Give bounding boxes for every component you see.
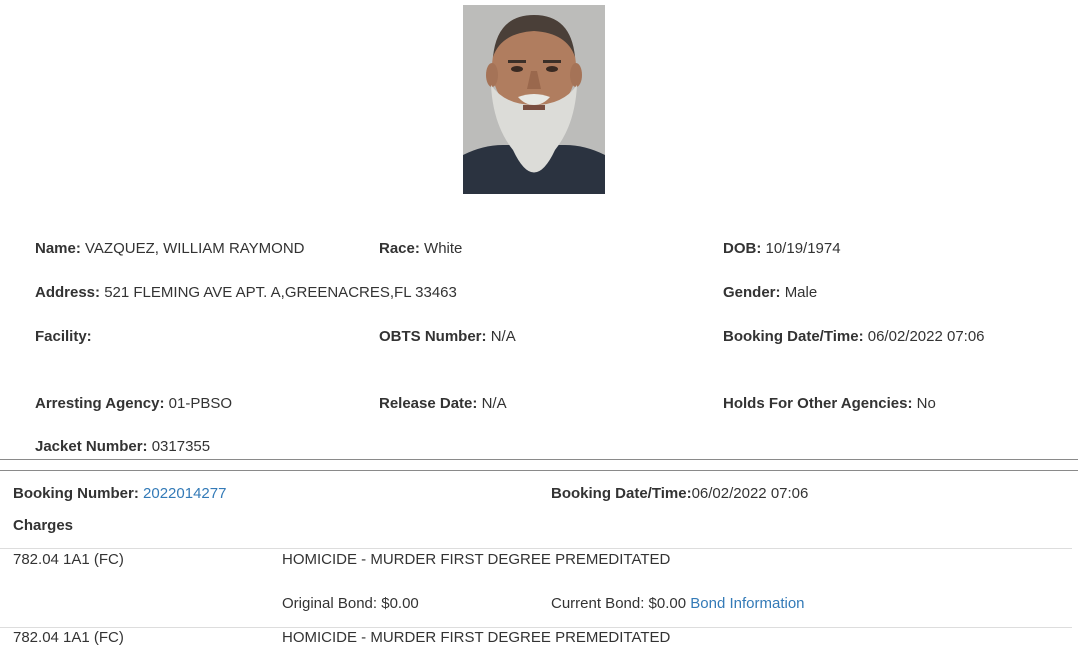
current-bond: Current Bond: $0.00 Bond Information: [551, 595, 805, 613]
gender-field: Gender: Male: [723, 284, 818, 301]
release-field: Release Date: N/A: [379, 395, 507, 412]
mugshot-photo: [463, 5, 605, 194]
dob-field: DOB: 10/19/1974: [723, 240, 841, 257]
obts-field: OBTS Number: N/A: [379, 328, 516, 345]
inmate-booking-datetime: 06/02/2022 07:06: [867, 328, 985, 345]
original-bond: Original Bond: $0.00: [282, 595, 419, 612]
current-bond-value: Current Bond: $0.00: [551, 595, 687, 612]
inmate-obts: N/A: [490, 328, 516, 345]
facility-field: Facility:: [35, 328, 92, 345]
inmate-address: 521 FLEMING AVE APT. A,GREENACRES,FL 334…: [104, 284, 457, 301]
inmate-name: VAZQUEZ, WILLIAM RAYMOND: [85, 240, 305, 257]
booking-section-datetime: Booking Date/Time:06/02/2022 07:06: [551, 485, 809, 502]
race-field: Race: White: [379, 240, 463, 257]
address-field: Address: 521 FLEMING AVE APT. A,GREENACR…: [35, 284, 457, 301]
booking-datetime-field: Booking Date/Time: 06/02/2022 07:06: [723, 328, 985, 345]
holds-field: Holds For Other Agencies: No: [723, 395, 936, 412]
inmate-dob: 10/19/1974: [765, 240, 841, 257]
charge-description: HOMICIDE - MURDER FIRST DEGREE PREMEDITA…: [282, 551, 671, 568]
booking-section-datetime-value: 06/02/2022 07:06: [691, 485, 809, 502]
charges-heading: Charges: [13, 517, 74, 534]
charge-statute: 782.04 1A1 (FC): [13, 629, 124, 646]
agency-field: Arresting Agency: 01-PBSO: [35, 395, 233, 412]
table-divider: [0, 548, 1072, 549]
inmate-jacket: 0317355: [151, 438, 211, 455]
inmate-holds: No: [916, 395, 936, 412]
charge-description: HOMICIDE - MURDER FIRST DEGREE PREMEDITA…: [282, 629, 671, 646]
bond-information-link[interactable]: Bond Information: [690, 595, 804, 612]
booking-number-link[interactable]: 2022014277: [143, 485, 226, 502]
booking-number-field: Booking Number: 2022014277: [13, 485, 227, 502]
inmate-gender: Male: [784, 284, 818, 301]
table-divider: [0, 627, 1072, 628]
inmate-release: N/A: [481, 395, 507, 412]
inmate-race: White: [424, 240, 463, 257]
name-field: Name: VAZQUEZ, WILLIAM RAYMOND: [35, 240, 305, 257]
inmate-agency: 01-PBSO: [168, 395, 233, 412]
jacket-field: Jacket Number: 0317355: [35, 438, 211, 455]
divider: [0, 459, 1078, 460]
divider: [0, 470, 1078, 471]
charge-statute: 782.04 1A1 (FC): [13, 551, 124, 568]
